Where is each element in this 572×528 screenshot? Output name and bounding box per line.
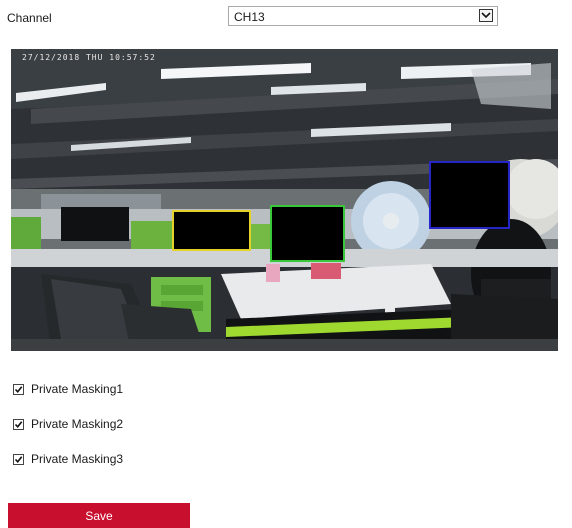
timestamp-overlay: 27/12/2018 THU 10:57:52: [22, 53, 156, 62]
channel-label: Channel: [7, 11, 52, 25]
private-mask-1[interactable]: [172, 210, 251, 251]
masking-label: Private Masking2: [31, 417, 124, 431]
masking-label: Private Masking3: [31, 452, 124, 466]
camera-preview[interactable]: 27/12/2018 THU 10:57:52: [11, 49, 558, 351]
check-icon: [14, 420, 23, 428]
channel-select[interactable]: CH13: [228, 6, 498, 26]
masking-checkbox-3[interactable]: [13, 453, 24, 465]
masking-row-2[interactable]: Private Masking2: [13, 417, 123, 431]
masking-row-1[interactable]: Private Masking1: [13, 382, 123, 396]
channel-select-value: CH13: [234, 10, 265, 24]
masking-label: Private Masking1: [31, 382, 124, 396]
private-mask-2[interactable]: [270, 205, 345, 262]
masking-row-3[interactable]: Private Masking3: [13, 452, 123, 466]
save-button[interactable]: Save: [8, 503, 190, 528]
masking-checkbox-1[interactable]: [13, 383, 24, 395]
masking-checkbox-2[interactable]: [13, 418, 24, 430]
private-mask-3[interactable]: [429, 161, 510, 229]
chevron-down-icon[interactable]: [479, 9, 493, 22]
check-icon: [14, 385, 23, 393]
check-icon: [14, 455, 23, 463]
